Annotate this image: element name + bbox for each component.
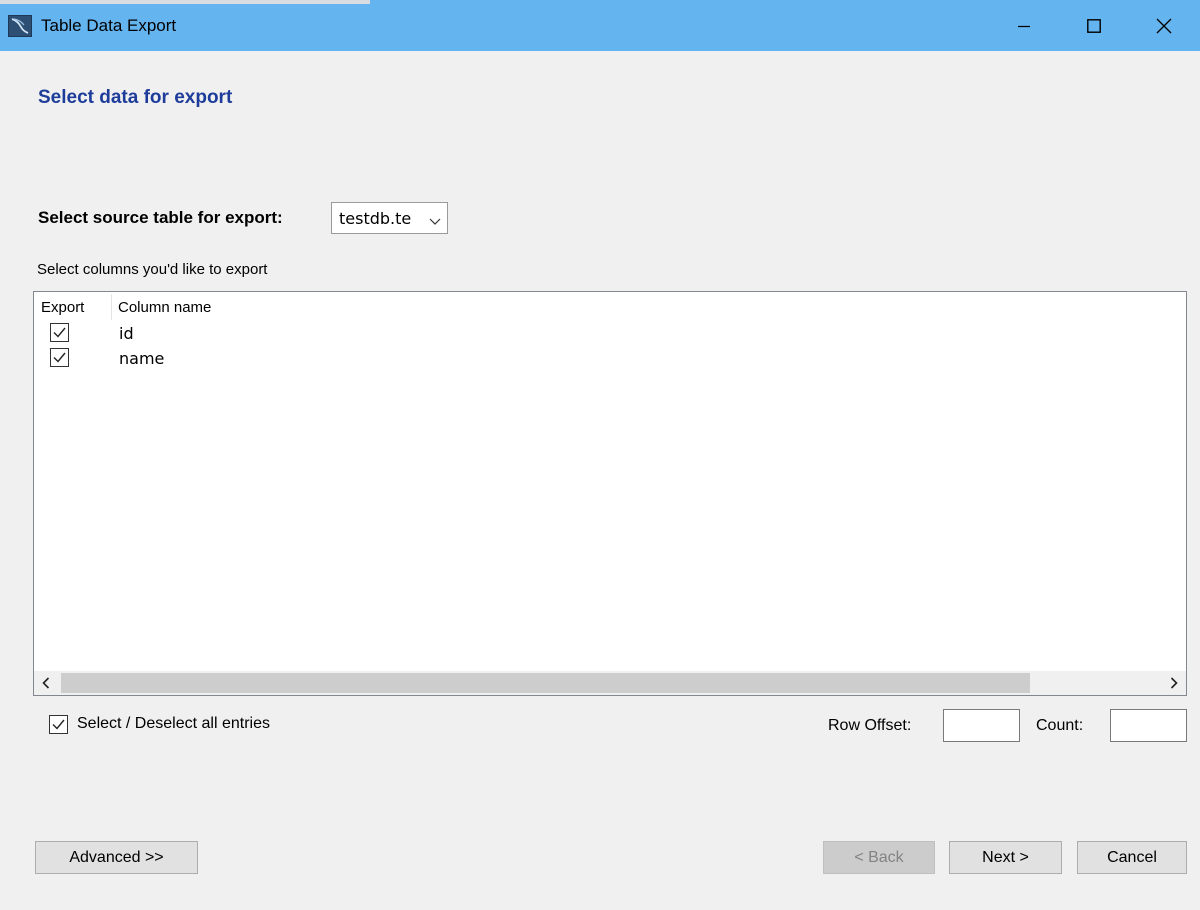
list-item[interactable]: name — [34, 348, 634, 372]
columns-prompt: Select columns you'd like to export — [37, 261, 268, 278]
checkbox-icon[interactable] — [49, 715, 68, 734]
maximize-button[interactable] — [1060, 0, 1128, 51]
header-export[interactable]: Export — [41, 299, 84, 316]
column-list[interactable]: Export Column name id name — [33, 291, 1187, 696]
scroll-right-icon[interactable] — [1162, 671, 1186, 695]
select-all-label: Select / Deselect all entries — [77, 715, 270, 732]
horizontal-scrollbar[interactable] — [34, 671, 1186, 695]
column-name: id — [119, 324, 134, 343]
mysql-workbench-icon — [8, 15, 32, 37]
scroll-left-icon[interactable] — [34, 671, 58, 695]
next-button[interactable]: Next > — [949, 841, 1062, 874]
chevron-down-icon — [429, 213, 441, 231]
back-button[interactable]: < Back — [823, 841, 935, 874]
minimize-button[interactable] — [990, 0, 1058, 51]
source-table-value: testdb.te — [339, 209, 412, 228]
export-checkbox-id[interactable] — [50, 323, 69, 342]
source-table-select[interactable]: testdb.te — [331, 202, 448, 234]
cancel-button[interactable]: Cancel — [1077, 841, 1187, 874]
minimize-icon — [1017, 19, 1031, 33]
select-all-checkbox[interactable]: Select / Deselect all entries — [49, 714, 289, 736]
column-name: name — [119, 349, 165, 368]
count-label: Count: — [1036, 717, 1084, 734]
header-column-name[interactable]: Column name — [118, 299, 211, 316]
title-bar[interactable]: Table Data Export — [0, 0, 1200, 51]
maximize-icon — [1087, 18, 1101, 33]
row-offset-label: Row Offset: — [828, 717, 912, 734]
column-list-header: Export Column name — [34, 292, 1186, 321]
close-icon — [1156, 18, 1172, 34]
source-table-label: Select source table for export: — [38, 208, 283, 227]
window-title: Table Data Export — [41, 16, 177, 35]
list-item[interactable]: id — [34, 323, 634, 347]
header-divider[interactable] — [111, 294, 112, 320]
count-input[interactable] — [1110, 709, 1187, 742]
export-checkbox-name[interactable] — [50, 348, 69, 367]
page-heading: Select data for export — [38, 87, 233, 108]
row-offset-input[interactable] — [943, 709, 1020, 742]
close-button[interactable] — [1130, 0, 1198, 51]
advanced-button[interactable]: Advanced >> — [35, 841, 198, 874]
scrollbar-thumb[interactable] — [61, 673, 1030, 693]
